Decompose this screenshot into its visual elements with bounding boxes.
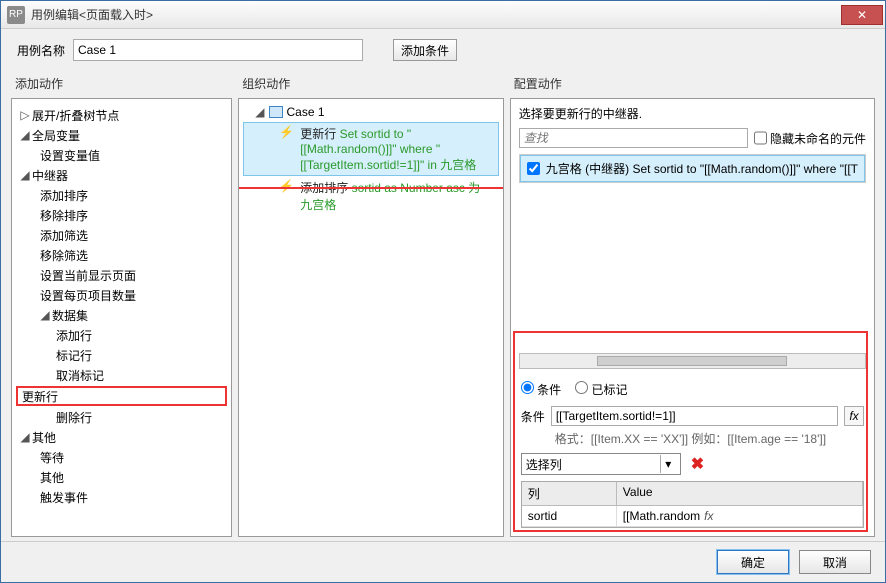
horizontal-scrollbar[interactable] [519, 353, 866, 369]
fx-button[interactable]: fx [844, 406, 864, 426]
tree-wait[interactable]: 等待 [14, 447, 229, 467]
tree-expand-collapse[interactable]: ▷展开/折叠树节点 [14, 105, 229, 125]
repeater-item-check[interactable] [527, 162, 540, 175]
chevron-down-icon: ▾ [660, 455, 676, 473]
org-action-update-row[interactable]: ⚡ 更新行 Set sortid to "[[Math.random()]]" … [243, 122, 499, 176]
search-input[interactable] [519, 128, 748, 148]
radio-marked[interactable]: 已标记 [575, 381, 627, 398]
select-column-combo[interactable]: 选择列 ▾ [521, 453, 681, 475]
tree-mark-row[interactable]: 标记行 [14, 345, 229, 365]
tree-add-filter[interactable]: 添加筛选 [14, 225, 229, 245]
tree-fire-event[interactable]: 触发事件 [14, 487, 229, 507]
tree-delete-row[interactable]: 删除行 [14, 407, 229, 427]
add-condition-button[interactable]: 添加条件 [393, 39, 457, 61]
delete-icon[interactable]: ✖ [691, 454, 704, 474]
app-icon: RP [7, 6, 25, 24]
tree-update-row[interactable]: 更新行 [16, 386, 227, 406]
condition-label: 条件 [521, 408, 545, 425]
th-column: 列 [522, 482, 617, 506]
tree-set-var[interactable]: 设置变量值 [14, 145, 229, 165]
col-org-header: 组织动作 [238, 71, 504, 98]
tree-repeater[interactable]: ◢中继器 [14, 165, 229, 185]
tree-unmark[interactable]: 取消标记 [14, 365, 229, 385]
case-name-input[interactable] [73, 39, 363, 61]
col-cfg-header: 配置动作 [510, 71, 875, 98]
fx-small-button[interactable]: fx [704, 509, 713, 523]
tree-set-current-page[interactable]: 设置当前显示页面 [14, 265, 229, 285]
tree-remove-sort[interactable]: 移除排序 [14, 205, 229, 225]
lightning-icon: ⚡ [279, 125, 294, 173]
col-add-header: 添加动作 [11, 71, 232, 98]
hide-unnamed-checkbox[interactable]: 隐藏未命名的元件 [754, 128, 866, 148]
tree-dataset[interactable]: ◢数据集 [14, 305, 229, 325]
case-icon [269, 106, 283, 118]
window-title: 用例编辑<页面载入时> [31, 6, 841, 23]
condition-input[interactable] [551, 406, 838, 426]
td-column[interactable]: sortid [522, 506, 617, 527]
ok-button[interactable]: 确定 [717, 550, 789, 574]
tree-set-items-per-page[interactable]: 设置每页项目数量 [14, 285, 229, 305]
cfg-instruction: 选择要更新行的中继器. [511, 99, 874, 128]
lightning-icon: ⚡ [279, 179, 294, 213]
radio-condition[interactable]: 条件 [521, 381, 561, 398]
td-value[interactable]: [[Math.randomfx [617, 506, 863, 527]
cancel-button[interactable]: 取消 [799, 550, 871, 574]
close-button[interactable]: ✕ [841, 5, 883, 25]
th-value: Value [617, 482, 863, 506]
columns-table: 列 Value sortid [[Math.randomfx [521, 481, 864, 528]
format-hint: 格式：[[Item.XX == 'XX']] 例如：[[Item.age == … [511, 428, 874, 453]
org-case[interactable]: ◢ Case 1 [243, 103, 499, 122]
case-name-label: 用例名称 [17, 42, 65, 59]
org-action-add-sort[interactable]: ⚡ 添加排序 sortid as Number asc 为 九宫格 [243, 176, 499, 216]
repeater-item[interactable]: 九宫格 (中继器) Set sortid to "[[Math.random()… [520, 155, 865, 182]
tree-other[interactable]: ◢其他 [14, 427, 229, 447]
tree-global-vars[interactable]: ◢全局变量 [14, 125, 229, 145]
tree-add-sort[interactable]: 添加排序 [14, 185, 229, 205]
tree-add-row[interactable]: 添加行 [14, 325, 229, 345]
triangle-down-icon: ◢ [255, 105, 264, 119]
tree-other2[interactable]: 其他 [14, 467, 229, 487]
tree-remove-filter[interactable]: 移除筛选 [14, 245, 229, 265]
